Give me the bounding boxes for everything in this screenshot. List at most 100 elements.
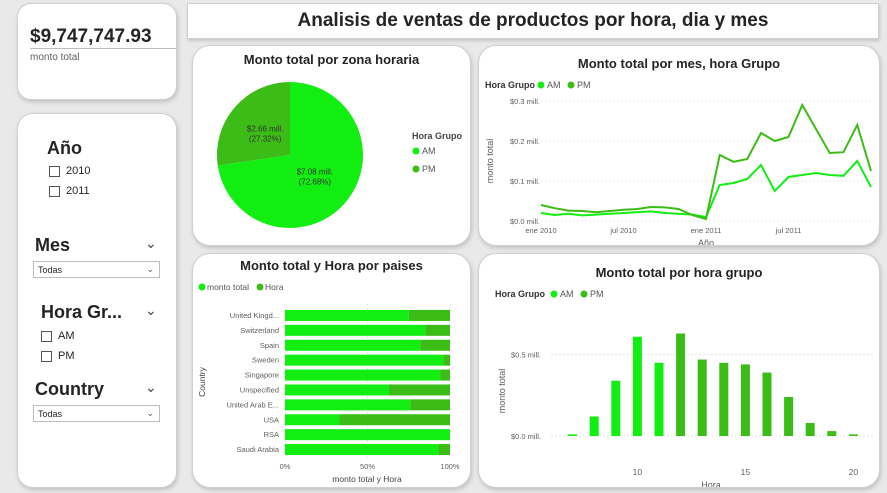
bar-segment-monto-total[interactable] [285, 369, 441, 381]
bar-pm-hour-14[interactable] [719, 362, 729, 436]
pie-slice-percent-label: (27.32%) [249, 135, 282, 144]
month-slicer-title: Mes [35, 235, 71, 255]
bar-segment-monto-total[interactable] [285, 429, 450, 441]
bar-segment-Hora[interactable] [408, 309, 450, 321]
bar-am-hour-11[interactable] [654, 362, 664, 436]
bar-segment-Hora[interactable] [410, 399, 450, 411]
year-option-label: 2011 [66, 185, 90, 197]
chevron-down-icon[interactable]: ⌄ [145, 235, 157, 252]
bar-pm-hour-17[interactable] [784, 396, 794, 436]
legend-label-am: AM [547, 80, 561, 90]
bar-am-hour-10[interactable] [632, 336, 642, 436]
legend-label-monto-total: monto total [207, 282, 249, 292]
line-series-pm[interactable] [540, 102, 872, 221]
category-label: Saudi Arabia [236, 445, 279, 454]
legend-marker-monto-total [198, 283, 206, 291]
category-label: USA [264, 415, 279, 424]
line-chart[interactable]: Hora Grupo AM PM $0.0 mill. $0.1 mill. $0.2 m… [479, 46, 880, 246]
bar-pm-hour-20[interactable] [848, 434, 858, 436]
legend-marker-am [412, 147, 420, 155]
x-axis-label: Hora [701, 480, 721, 488]
y-axis-label: monto total [497, 369, 507, 414]
country-dropdown[interactable]: Todas ⌄ [33, 405, 160, 422]
bar-segment-monto-total[interactable] [285, 414, 340, 426]
bar-segment-monto-total[interactable] [285, 384, 389, 396]
year-option-label: 2010 [66, 165, 91, 177]
x-tick-label: 15 [741, 467, 751, 477]
y-tick-label: $0.5 mill. [511, 351, 541, 360]
bar-pm-hour-13[interactable] [697, 359, 707, 436]
dashboard-title: Analisis de ventas de productos por hora… [187, 3, 879, 39]
category-label: Switzerland [240, 326, 279, 335]
legend-marker-am [537, 81, 545, 89]
bar-segment-monto-total[interactable] [285, 309, 409, 321]
month-dropdown[interactable]: Todas ⌄ [33, 261, 160, 278]
bar-pm-hour-12[interactable] [676, 333, 686, 436]
bar-segment-Hora[interactable] [425, 324, 450, 336]
bar-pm-hour-19[interactable] [827, 431, 837, 436]
legend-label-hora: Hora [265, 282, 284, 292]
x-tick-label: ene 2010 [525, 226, 556, 235]
hour-group-option-am[interactable]: AM [41, 330, 75, 342]
year-option-2010[interactable]: 2010 [49, 165, 90, 177]
legend-marker-pm [567, 81, 575, 89]
category-label: Sweden [252, 356, 279, 365]
bar-am-hour-8[interactable] [589, 416, 599, 436]
legend-label-pm: PM [422, 164, 436, 174]
legend-marker-pm [580, 290, 588, 298]
hour-bar-chart[interactable]: Hora Grupo AM PM $0.0 mill. $0.5 mill. 10 15 20… [479, 254, 880, 488]
bar-am-hour-9[interactable] [611, 380, 621, 436]
bar-pm-hour-18[interactable] [805, 422, 815, 436]
x-tick-label: jul 2010 [609, 226, 636, 235]
hour-group-option-pm[interactable]: PM [41, 350, 75, 362]
bar-segment-monto-total[interactable] [285, 399, 411, 411]
legend-label-pm: PM [577, 80, 591, 90]
line-chart-card[interactable]: Monto total por mes, hora Grupo Hora Gru… [478, 45, 880, 246]
pie-slice-percent-label: (72.68%) [299, 177, 332, 186]
bar-am-hour-7[interactable] [568, 434, 578, 436]
x-tick-label: 20 [849, 467, 859, 477]
bar-segment-monto-total[interactable] [285, 324, 426, 336]
bar-pm-hour-16[interactable] [762, 372, 772, 436]
category-label: Spain [260, 341, 279, 350]
x-tick-label: 0% [280, 462, 291, 471]
year-option-2011[interactable]: 2011 [49, 185, 90, 197]
pie-chart[interactable]: $7.08 mill.(72.68%) $2.66 mill.(27.32%) Ho… [193, 46, 471, 246]
category-label: United Kingd... [230, 311, 279, 320]
chevron-down-icon[interactable]: ⌄ [145, 379, 157, 396]
checkbox-icon[interactable] [49, 165, 60, 177]
legend-marker-pm [412, 165, 420, 173]
bar-segment-Hora[interactable] [388, 384, 450, 396]
bar-segment-monto-total[interactable] [285, 339, 421, 351]
bar-segment-Hora[interactable] [440, 369, 450, 381]
y-tick-label: $0.1 mill. [510, 177, 540, 186]
x-tick-label: jul 2011 [775, 226, 802, 235]
bar-segment-monto-total[interactable] [285, 354, 444, 366]
bar-segment-monto-total[interactable] [285, 444, 439, 456]
bar-segment-Hora[interactable] [339, 414, 450, 426]
chevron-down-icon[interactable]: ⌄ [146, 408, 154, 419]
chevron-down-icon[interactable]: ⌄ [146, 264, 154, 275]
country-bar-chart-card[interactable]: Monto total y Hora por paises monto tota… [192, 253, 471, 488]
kpi-card: $9,747,747.93 monto total [17, 3, 177, 100]
kpi-label: monto total [30, 52, 80, 63]
country-bar-chart[interactable]: monto total Hora 0% 50% 100% United Kingd... S… [193, 254, 471, 488]
bar-segment-Hora[interactable] [438, 444, 450, 456]
bar-segment-Hora[interactable] [420, 339, 450, 351]
y-tick-label: $0.2 mill. [510, 137, 540, 146]
hour-group-option-label: AM [58, 330, 75, 342]
chevron-down-icon[interactable]: ⌄ [145, 302, 157, 319]
checkbox-icon[interactable] [49, 185, 60, 197]
line-series-am[interactable] [540, 159, 872, 219]
pie-chart-card[interactable]: Monto total por zona horaria $7.08 mill.… [192, 45, 471, 246]
legend-label-am: AM [422, 146, 436, 156]
bar-segment-Hora[interactable] [443, 354, 450, 366]
y-tick-label: $0.3 mill. [510, 97, 540, 106]
hour-bar-chart-card[interactable]: Monto total por hora grupo Hora Grupo AM P… [478, 253, 880, 488]
y-axis-label: Country [197, 366, 207, 397]
checkbox-icon[interactable] [41, 330, 52, 342]
x-tick-label: 50% [360, 462, 375, 471]
country-dropdown-value: Todas [38, 409, 63, 419]
bar-pm-hour-15[interactable] [740, 364, 750, 436]
checkbox-icon[interactable] [41, 350, 52, 362]
